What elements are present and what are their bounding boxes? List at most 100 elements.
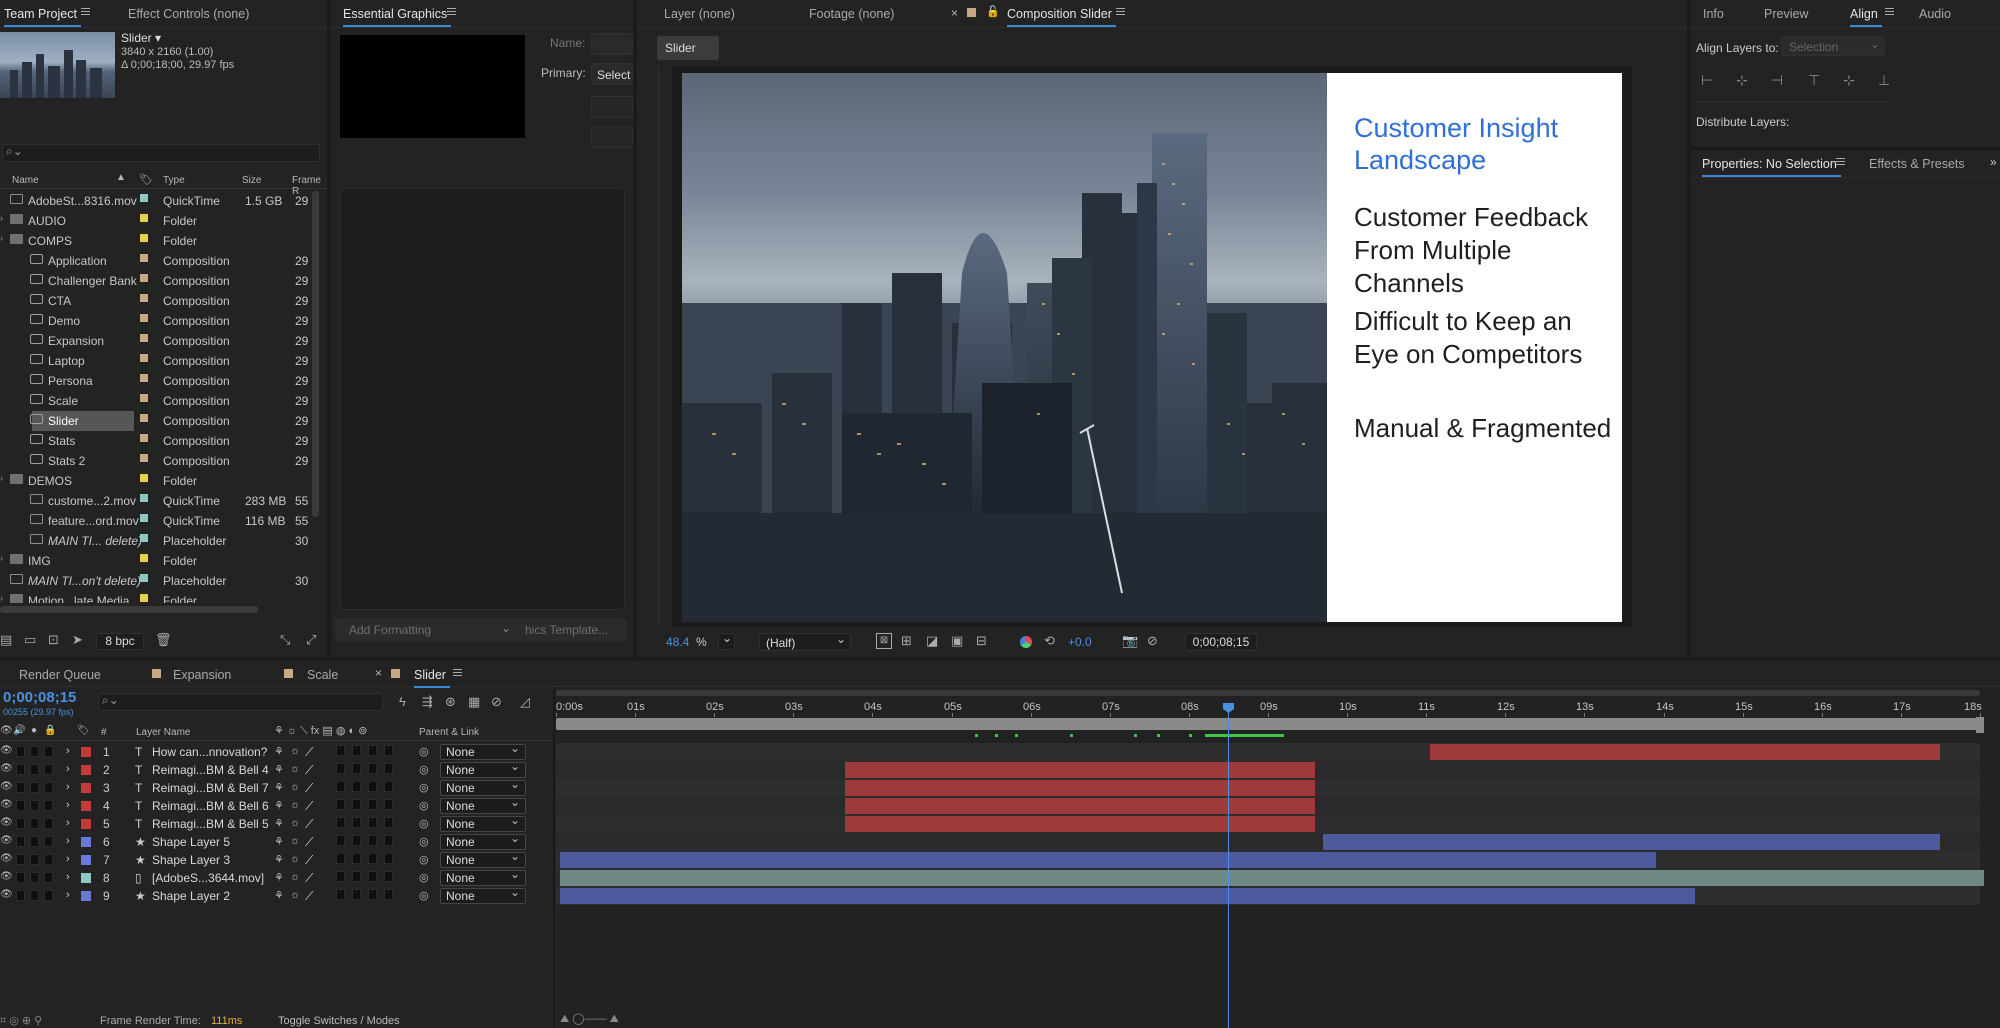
audio-toggle[interactable] [16, 872, 25, 883]
layer-label-color[interactable] [81, 837, 91, 847]
frame-blend-switch[interactable] [352, 835, 361, 846]
eg-field-2[interactable] [591, 126, 633, 148]
layer-duration-bar[interactable] [560, 870, 1984, 886]
quality-line-icon[interactable]: ⟋ [305, 889, 313, 904]
parent-dropdown[interactable]: None [440, 831, 526, 850]
parent-link-header[interactable]: Parent & Link [419, 727, 479, 738]
comp-flowchart-icon[interactable]: ⌗ ◎ ⊕ ⚲ [0, 1014, 42, 1028]
fx-switch[interactable] [336, 853, 345, 864]
collapse-switch-icon[interactable]: ⚘ [274, 853, 284, 866]
adjustment-switch[interactable] [384, 817, 393, 828]
quality-line-icon[interactable]: ⟋ [305, 871, 313, 886]
frame-blend-switch[interactable] [352, 781, 361, 792]
quality-line-icon[interactable]: ⟋ [305, 799, 313, 814]
motion-blur-switch[interactable] [368, 817, 377, 828]
layer-name[interactable]: Shape Layer 3 [152, 853, 230, 867]
layer-name[interactable]: Reimagi...BM & Bell 4 [152, 763, 269, 777]
layer-name[interactable]: [AdobeS...3644.mov] [152, 871, 264, 885]
lock-toggle[interactable] [44, 818, 53, 829]
align-to-dropdown[interactable]: Selection ⌄ [1781, 36, 1885, 56]
parent-dropdown[interactable]: None [440, 885, 526, 904]
parent-dropdown[interactable]: None [440, 813, 526, 832]
col-type[interactable]: Type [163, 175, 185, 186]
label-color-swatch[interactable] [140, 514, 148, 522]
audio-toggle[interactable] [16, 818, 25, 829]
keyframe-dot[interactable] [1015, 734, 1018, 737]
solo-toggle[interactable] [30, 800, 39, 811]
quality-line-icon[interactable]: ⟋ [305, 817, 313, 832]
tab-scale[interactable]: Scale [307, 668, 338, 682]
solo-toggle[interactable] [30, 890, 39, 901]
motion-blur-icon[interactable]: ⊛ [445, 694, 456, 710]
layer-label-color[interactable] [81, 819, 91, 829]
expand-chevron-icon[interactable]: › [66, 799, 70, 811]
layer-row[interactable]: 👁 › 5 T Reimagi...BM & Bell 5 ⚘ ☼ ⟋ ◎ None [0, 813, 552, 833]
label-color-swatch[interactable] [140, 474, 148, 482]
eye-icon[interactable]: 👁 [0, 889, 13, 900]
layer-row[interactable]: 👁 › 2 T Reimagi...BM & Bell 4 ⚘ ☼ ⟋ ◎ None [0, 759, 552, 779]
layer-label-color[interactable] [81, 873, 91, 883]
lock-toggle[interactable] [44, 800, 53, 811]
audio-toggle[interactable] [16, 836, 25, 847]
expand-icon[interactable]: ⤡ [280, 632, 290, 648]
label-color-swatch[interactable] [140, 534, 148, 542]
work-area-end-handle[interactable] [1976, 717, 1984, 733]
quality-switch-icon[interactable]: ☼ [290, 817, 300, 829]
keyframe-dot[interactable] [1157, 734, 1160, 737]
eye-icon[interactable]: 👁 [0, 745, 13, 756]
layer-row[interactable]: 👁 › 3 T Reimagi...BM & Bell 7 ⚘ ☼ ⟋ ◎ None [0, 777, 552, 797]
keyframe-dot[interactable] [1070, 734, 1073, 737]
tab-slider[interactable]: Slider [414, 668, 450, 688]
adjustment-switch[interactable] [384, 871, 393, 882]
tab-audio[interactable]: Audio [1919, 7, 1951, 21]
new-composition-icon[interactable]: ⊡ [48, 632, 59, 648]
quality-switch-icon[interactable]: ☼ [290, 889, 300, 901]
col-name[interactable]: Name [12, 175, 39, 186]
layer-row[interactable]: 👁 › 1 T How can...nnovation? ⚘ ☼ ⟋ ◎ None [0, 741, 552, 761]
lock-toggle[interactable] [44, 836, 53, 847]
label-color-swatch[interactable] [140, 214, 148, 222]
menu-icon[interactable] [1884, 6, 1895, 18]
lock-toggle[interactable] [44, 890, 53, 901]
viewer-scroll-indicator[interactable] [657, 67, 660, 627]
label-color-swatch[interactable] [140, 354, 148, 362]
solo-toggle[interactable] [30, 872, 39, 883]
adjustment-switch[interactable] [384, 745, 393, 756]
align-vcenter-icon[interactable]: ⊹ [1843, 72, 1863, 88]
quality-switch-icon[interactable]: ☼ [290, 853, 300, 865]
pickwhip-icon[interactable]: ◎ [419, 835, 429, 848]
tab-layer[interactable]: Layer (none) [664, 7, 735, 21]
pickwhip-icon[interactable]: ◎ [419, 871, 429, 884]
tab-properties[interactable]: Properties: No Selection [1702, 157, 1841, 177]
motion-blur-switch[interactable] [368, 763, 377, 774]
collapse-switch-icon[interactable]: ⚘ [274, 799, 284, 812]
shy-toggle-icon[interactable]: ϟ [399, 694, 406, 709]
project-h-scrollbar[interactable] [0, 606, 316, 614]
layer-name[interactable]: Shape Layer 5 [152, 835, 230, 849]
expand-chevron-icon[interactable]: › [66, 853, 70, 865]
exposure-value[interactable]: +0.0 [1068, 635, 1092, 649]
expand-chevron-icon[interactable]: › [66, 745, 70, 757]
motion-blur-switch[interactable] [368, 889, 377, 900]
layer-duration-bar[interactable] [1430, 744, 1940, 760]
layer-duration-bar[interactable] [1323, 834, 1940, 850]
show-snapshot-icon[interactable]: ⊘ [1147, 633, 1158, 649]
fx-switch[interactable] [336, 799, 345, 810]
tab-align[interactable]: Align [1850, 7, 1882, 27]
tab-effects-presets[interactable]: Effects & Presets [1869, 157, 1965, 171]
align-bottom-icon[interactable]: ⊥ [1878, 72, 1898, 88]
audio-toggle[interactable] [16, 746, 25, 757]
quality-switch-icon[interactable]: ☼ [290, 799, 300, 811]
timeline-search-input[interactable]: ⌕⌄ [98, 693, 383, 711]
menu-icon[interactable] [452, 667, 463, 679]
frame-blend-switch[interactable] [352, 763, 361, 774]
layer-label-color[interactable] [81, 765, 91, 775]
project-item[interactable]: Slider [30, 411, 134, 431]
expand-chevron-icon[interactable]: › [66, 763, 70, 775]
layer-row[interactable]: 👁 › 6 ★ Shape Layer 5 ⚘ ☼ ⟋ ◎ None [0, 831, 552, 851]
tab-team-project[interactable]: Team Project [4, 7, 81, 27]
eye-icon[interactable]: 👁 [0, 799, 13, 810]
lock-toggle[interactable] [44, 782, 53, 793]
preview-comp-name[interactable]: Slider ▾ [121, 31, 161, 45]
adjustment-switch[interactable] [384, 763, 393, 774]
